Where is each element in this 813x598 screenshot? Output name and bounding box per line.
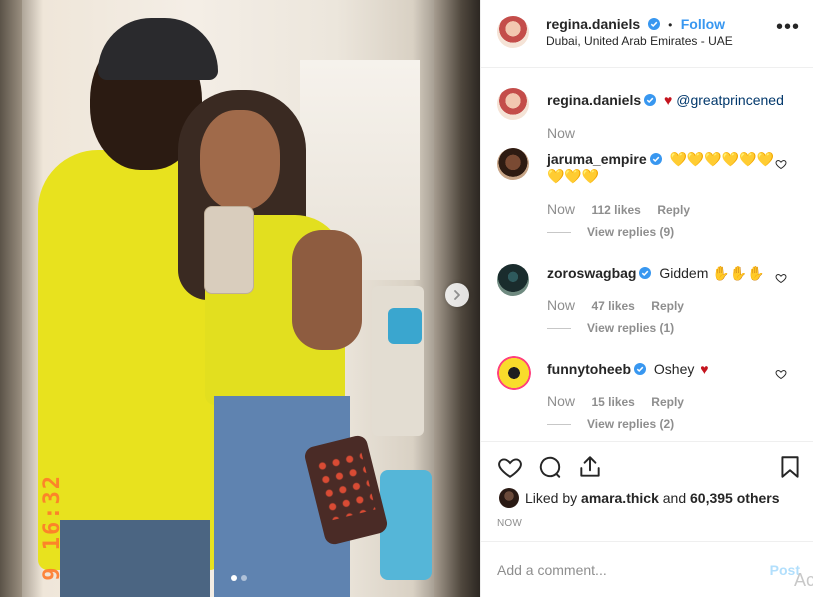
more-options-icon[interactable]: ••• (776, 17, 800, 37)
caption-username[interactable]: regina.daniels (547, 92, 641, 108)
post-header: regina.daniels • Follow Dubai, United Ar… (481, 0, 813, 68)
share-icon[interactable] (577, 454, 603, 480)
comment-time: Now (547, 393, 576, 409)
caption-text: regina.daniels ♥ @greatprincened (547, 91, 784, 109)
comment-body: Giddem ✋✋✋ (659, 265, 765, 281)
post-timestamp: NOW (497, 518, 523, 529)
comment-username[interactable]: jaruma_empire (547, 151, 647, 167)
carousel-dot (241, 575, 247, 581)
liked-by-prefix: Liked by (525, 490, 578, 506)
heart-emoji-icon: ♥ (700, 361, 709, 377)
add-comment-input[interactable]: Add a comment... (497, 562, 607, 578)
liked-by-and: and (662, 490, 687, 506)
liked-by-user[interactable]: amara.thick (581, 490, 659, 506)
photo-man-jeans (60, 520, 210, 597)
replies-divider (547, 231, 571, 233)
verified-badge-icon (644, 94, 657, 106)
view-replies-label: View replies (9) (587, 225, 675, 239)
caption-mention[interactable]: @greatprincened (676, 92, 784, 108)
comment-meta: Now 15 likes Reply (547, 393, 684, 411)
bookmark-icon[interactable] (777, 454, 803, 480)
activation-watermark: Act (793, 570, 813, 590)
photo-cushion (388, 308, 422, 344)
photo-sofa (380, 470, 432, 580)
comment-username[interactable]: zoroswagbag (547, 265, 636, 281)
avatar[interactable] (499, 488, 519, 508)
heart-emoji-icon: ♥ (664, 92, 673, 108)
view-replies-label: View replies (2) (587, 417, 675, 431)
verified-badge-icon (649, 153, 662, 165)
photo-date-stamp: 9 16:32 (40, 474, 65, 581)
like-heart-icon[interactable] (497, 454, 523, 480)
like-comment-heart-icon[interactable] (775, 272, 787, 284)
photo-man-cap (98, 18, 218, 80)
view-replies-button[interactable]: View replies (2) (547, 417, 674, 431)
add-comment-bar: Add a comment... Post (481, 541, 813, 598)
comment-body: 💛💛💛💛💛💛 (669, 151, 775, 167)
reply-button[interactable]: Reply (651, 395, 684, 409)
comment-meta: Now 112 likes Reply (547, 201, 690, 219)
header-separator: • (668, 18, 673, 32)
comment-bubble-icon[interactable] (537, 454, 563, 480)
replies-divider (547, 327, 571, 329)
likes-summary: Liked by amara.thick and 60,395 others (525, 490, 780, 506)
mirror-frame-left (0, 0, 22, 597)
like-comment-heart-icon[interactable] (775, 158, 787, 170)
comment-text: funnytoheeb Oshey ♥ (547, 360, 709, 378)
view-replies-label: View replies (1) (587, 321, 675, 335)
avatar[interactable] (497, 16, 529, 48)
comment-likes[interactable]: 15 likes (591, 395, 634, 409)
view-replies-button[interactable]: View replies (9) (547, 225, 674, 239)
header-username[interactable]: regina.daniels (546, 16, 640, 32)
carousel-indicator (231, 575, 247, 581)
like-comment-heart-icon[interactable] (775, 368, 787, 380)
comment-text: zoroswagbag Giddem ✋✋✋ (547, 264, 765, 282)
comment-time: Now (547, 297, 576, 313)
avatar[interactable] (497, 148, 529, 180)
post-actions: Liked by amara.thick and 60,395 others N… (481, 441, 813, 542)
chevron-right-icon (454, 290, 460, 300)
comment-username[interactable]: funnytoheeb (547, 361, 631, 377)
verified-badge-icon (639, 267, 652, 279)
post-side-panel: regina.daniels • Follow Dubai, United Ar… (480, 0, 813, 597)
avatar[interactable] (497, 264, 529, 296)
follow-button[interactable]: Follow (681, 16, 725, 32)
caption-time: Now (547, 125, 576, 141)
photo-woman-face (200, 110, 280, 210)
comment-time: Now (547, 201, 576, 217)
comment-body-line2: 💛💛💛 (547, 168, 600, 184)
photo-woman-arm (292, 230, 362, 350)
post-photo[interactable]: 9 16:32 (0, 0, 480, 597)
photo-phone (204, 206, 254, 294)
comment-likes[interactable]: 47 likes (591, 299, 634, 313)
likes-count-link[interactable]: 60,395 others (690, 490, 780, 506)
comments-list[interactable]: regina.daniels ♥ @greatprincened Now jar… (481, 68, 813, 440)
comment-meta: Now 47 likes Reply (547, 297, 684, 315)
verified-badge-icon (634, 363, 646, 375)
comment-text: jaruma_empire 💛💛💛💛💛💛 (547, 150, 774, 168)
carousel-next-button[interactable] (445, 283, 469, 307)
view-replies-button[interactable]: View replies (1) (547, 321, 674, 335)
comment-body: Oshey (653, 361, 695, 377)
verified-badge-icon (647, 18, 660, 30)
location-link[interactable]: Dubai, United Arab Emirates - UAE (546, 34, 733, 48)
avatar[interactable] (497, 356, 531, 390)
reply-button[interactable]: Reply (651, 299, 684, 313)
avatar[interactable] (497, 88, 529, 120)
comment-likes[interactable]: 112 likes (591, 203, 640, 217)
replies-divider (547, 423, 571, 425)
carousel-dot-active (231, 575, 237, 581)
reply-button[interactable]: Reply (657, 203, 690, 217)
